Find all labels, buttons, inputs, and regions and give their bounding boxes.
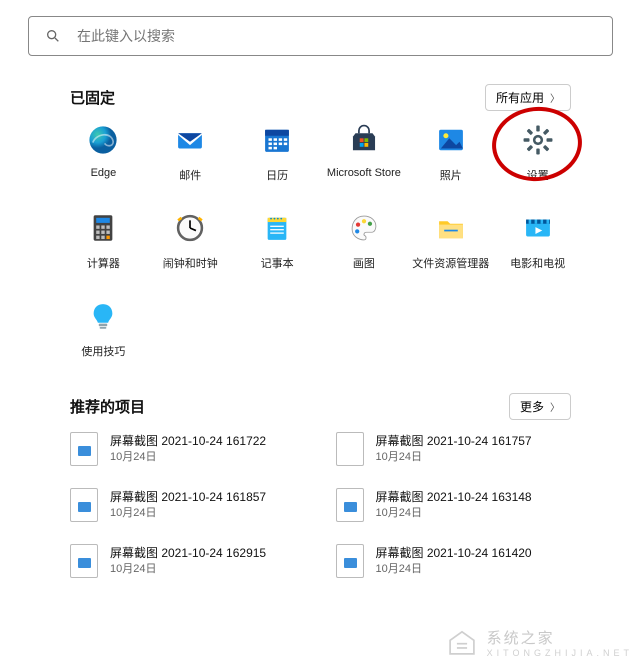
app-label: 电影和电视 xyxy=(510,255,565,271)
app-label: Edge xyxy=(91,167,117,179)
file-thumb-icon xyxy=(70,544,98,578)
recommended-name: 屏幕截图 2021-10-24 161857 xyxy=(110,490,266,506)
app-label: Microsoft Store xyxy=(327,167,401,179)
mail-icon xyxy=(173,123,207,157)
file-thumb-icon xyxy=(70,488,98,522)
app-label: 计算器 xyxy=(87,255,120,271)
search-input[interactable] xyxy=(77,28,596,44)
recommended-item[interactable]: 屏幕截图 2021-10-24 16142010月24日 xyxy=(336,544,572,578)
watermark-logo-icon xyxy=(445,625,479,659)
recommended-date: 10月24日 xyxy=(376,506,532,520)
paint-icon xyxy=(347,211,381,245)
more-button[interactable]: 更多 〉 xyxy=(509,393,571,420)
chevron-right-icon: 〉 xyxy=(550,90,560,105)
app-label: 画图 xyxy=(353,255,375,271)
app-tile-notepad[interactable]: 记事本 xyxy=(234,205,321,271)
app-tile-calendar[interactable]: 日历 xyxy=(234,117,321,183)
recommended-texts: 屏幕截图 2021-10-24 16185710月24日 xyxy=(110,490,266,520)
app-label: 邮件 xyxy=(179,167,201,183)
recommended-item[interactable]: 屏幕截图 2021-10-24 16172210月24日 xyxy=(70,432,306,466)
more-label: 更多 xyxy=(520,398,544,415)
app-tile-settings[interactable]: 设置 xyxy=(494,117,581,183)
app-label: 日历 xyxy=(266,167,288,183)
recommended-item[interactable]: 屏幕截图 2021-10-24 16185710月24日 xyxy=(70,488,306,522)
app-label: 闹钟和时钟 xyxy=(163,255,218,271)
recommended-title: 推荐的项目 xyxy=(70,396,145,417)
recommended-date: 10月24日 xyxy=(110,562,266,576)
recommended-date: 10月24日 xyxy=(110,506,266,520)
recommended-date: 10月24日 xyxy=(376,562,532,576)
app-label: 文件资源管理器 xyxy=(412,255,489,271)
app-label: 设置 xyxy=(527,167,549,183)
watermark-sub: XITONGZHIJIA.NET xyxy=(487,648,633,658)
explorer-icon xyxy=(434,211,468,245)
file-thumb-icon xyxy=(336,432,364,466)
calculator-icon xyxy=(86,211,120,245)
recommended-list: 屏幕截图 2021-10-24 16172210月24日屏幕截图 2021-10… xyxy=(70,432,571,578)
file-thumb-icon xyxy=(70,432,98,466)
settings-icon xyxy=(521,123,555,157)
app-label: 照片 xyxy=(440,167,462,183)
recommended-texts: 屏幕截图 2021-10-24 16314810月24日 xyxy=(376,490,532,520)
recommended-date: 10月24日 xyxy=(376,450,532,464)
pinned-header: 已固定 所有应用 〉 xyxy=(70,84,571,111)
watermark: 系统之家 XITONGZHIJIA.NET xyxy=(445,625,633,659)
recommended-name: 屏幕截图 2021-10-24 161757 xyxy=(376,434,532,450)
recommended-item[interactable]: 屏幕截图 2021-10-24 16314810月24日 xyxy=(336,488,572,522)
photos-icon xyxy=(434,123,468,157)
recommended-name: 屏幕截图 2021-10-24 161722 xyxy=(110,434,266,450)
search-icon xyxy=(45,28,61,44)
tips-icon xyxy=(86,299,120,333)
edge-icon xyxy=(86,123,120,157)
recommended-date: 10月24日 xyxy=(110,450,266,464)
app-tile-tips[interactable]: 使用技巧 xyxy=(60,293,147,359)
recommended-item[interactable]: 屏幕截图 2021-10-24 16175710月24日 xyxy=(336,432,572,466)
recommended-name: 屏幕截图 2021-10-24 163148 xyxy=(376,490,532,506)
search-box[interactable] xyxy=(28,16,613,56)
app-tile-photos[interactable]: 照片 xyxy=(407,117,494,183)
app-tile-store[interactable]: Microsoft Store xyxy=(321,117,408,183)
pinned-grid: Edge 邮件 日历 Microsoft Store 照片 设置计算器 闹钟和时钟 记事本 画图… xyxy=(60,117,581,359)
chevron-right-icon: 〉 xyxy=(550,399,560,414)
recommended-name: 屏幕截图 2021-10-24 161420 xyxy=(376,546,532,562)
app-tile-movies[interactable]: 电影和电视 xyxy=(494,205,581,271)
recommended-name: 屏幕截图 2021-10-24 162915 xyxy=(110,546,266,562)
app-tile-explorer[interactable]: 文件资源管理器 xyxy=(407,205,494,271)
recommended-header: 推荐的项目 更多 〉 xyxy=(70,393,571,420)
all-apps-button[interactable]: 所有应用 〉 xyxy=(485,84,571,111)
pinned-title: 已固定 xyxy=(70,87,115,108)
recommended-texts: 屏幕截图 2021-10-24 16172210月24日 xyxy=(110,434,266,464)
recommended-texts: 屏幕截图 2021-10-24 16142010月24日 xyxy=(376,546,532,576)
app-tile-clock[interactable]: 闹钟和时钟 xyxy=(147,205,234,271)
app-tile-edge[interactable]: Edge xyxy=(60,117,147,183)
app-label: 使用技巧 xyxy=(81,343,125,359)
app-tile-mail[interactable]: 邮件 xyxy=(147,117,234,183)
watermark-main: 系统之家 xyxy=(487,630,555,647)
app-tile-calculator[interactable]: 计算器 xyxy=(60,205,147,271)
file-thumb-icon xyxy=(336,544,364,578)
app-tile-paint[interactable]: 画图 xyxy=(321,205,408,271)
recommended-item[interactable]: 屏幕截图 2021-10-24 16291510月24日 xyxy=(70,544,306,578)
file-thumb-icon xyxy=(336,488,364,522)
calendar-icon xyxy=(260,123,294,157)
recommended-texts: 屏幕截图 2021-10-24 16291510月24日 xyxy=(110,546,266,576)
clock-icon xyxy=(173,211,207,245)
notepad-icon xyxy=(260,211,294,245)
store-icon xyxy=(347,123,381,157)
recommended-texts: 屏幕截图 2021-10-24 16175710月24日 xyxy=(376,434,532,464)
app-label: 记事本 xyxy=(261,255,294,271)
all-apps-label: 所有应用 xyxy=(496,89,544,106)
movies-icon xyxy=(521,211,555,245)
